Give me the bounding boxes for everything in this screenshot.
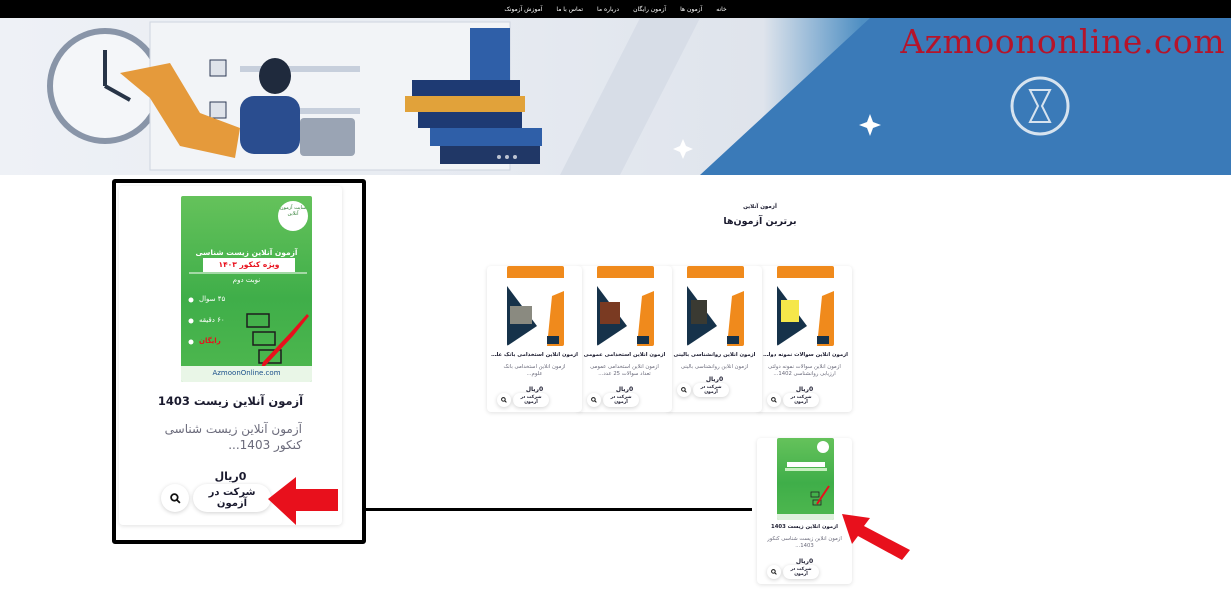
hero-banner: Azmoononline.com — [0, 18, 1231, 175]
section-subtitle: آزمون آنلاین — [743, 204, 777, 210]
exam-price: 0ریال — [795, 386, 814, 393]
brand-logo-text: Azmoononline.com — [900, 22, 1225, 61]
search-icon — [681, 387, 687, 393]
search-button[interactable] — [767, 393, 781, 407]
search-button[interactable] — [497, 393, 511, 407]
exam-price: 0ریال — [795, 558, 814, 565]
exam-card[interactable]: آزمون آنلاین سوالات نمونه دولتی ارزیابی … — [757, 266, 852, 412]
join-exam-button[interactable]: شرکت در آزمون — [783, 393, 819, 407]
cover-headline: آزمون آنلاین زیست شناسی — [195, 248, 298, 257]
cover-badge: سایت آزمون آنلاین — [279, 205, 307, 217]
search-icon — [169, 492, 181, 504]
join-exam-button[interactable]: شرکت در آزمون — [783, 565, 819, 579]
search-icon — [591, 397, 597, 403]
join-exam-button[interactable]: شرکت در آزمون — [193, 484, 271, 512]
exam-description: آزمون آنلاین استخدامی عمومی تعداد سوالات… — [590, 364, 659, 378]
section-title: برترین آزمون‌ها — [723, 216, 797, 227]
exam-description: آزمون آنلاین سوالات نمونه دولتی ارزیابی … — [768, 364, 841, 378]
exam-title[interactable]: آزمون آنلاین روانشناسی بالینی — [671, 352, 758, 358]
exam-price: 0ریال — [705, 376, 724, 383]
cover-bullet: رایگان — [199, 337, 221, 345]
nav-item-exams[interactable]: آزمون ها — [680, 6, 702, 13]
exam-title[interactable]: آزمون آنلاین سوالات نمونه دولتی ارزیابی … — [761, 352, 848, 358]
exam-card-featured[interactable]: آزمون آنلاین زیست 1403 آزمون آنلاین زیست… — [757, 438, 852, 584]
search-icon — [501, 397, 507, 403]
arrow-annotation — [842, 514, 910, 560]
cover-round: نوبت دوم — [232, 276, 261, 284]
exam-title[interactable]: آزمون آنلاین استخدامی بانک علوم — [491, 352, 578, 358]
exam-description: آزمون آنلاین استخدامی بانک علوم... — [503, 364, 566, 378]
cover-bullet: ۶۰ دقیقه — [199, 316, 225, 324]
search-icon — [771, 397, 777, 403]
exam-description: آزمون آنلاین زیست شناسی کنکور 1403... — [767, 536, 842, 550]
search-button[interactable] — [677, 383, 691, 397]
arrow-annotation — [268, 477, 338, 525]
nav-item-home[interactable]: خانه — [716, 6, 726, 13]
cover-footer: AzmoonOnline.com — [212, 369, 281, 377]
exam-card[interactable]: آزمون آنلاین استخدامی عمومی آزمون آنلاین… — [577, 266, 672, 412]
search-button[interactable] — [161, 484, 189, 512]
connector-line — [366, 508, 752, 511]
search-icon — [771, 569, 777, 575]
exam-card[interactable]: آزمون آنلاین روانشناسی بالینی آزمون آنلا… — [667, 266, 762, 412]
nav-item-free-exams[interactable]: آزمون رایگان — [633, 6, 666, 13]
exam-cover-image[interactable] — [687, 266, 744, 346]
exam-title[interactable]: آزمون آنلاین زیست 1403 — [761, 524, 848, 530]
exam-cover-image[interactable] — [777, 438, 834, 520]
exam-card[interactable]: آزمون آنلاین استخدامی بانک علوم آزمون آن… — [487, 266, 582, 412]
exam-cover-image[interactable] — [777, 266, 834, 346]
exam-cover-image[interactable]: سایت آزمون آنلاین آزمون آنلاین زیست شناس… — [181, 196, 312, 382]
exam-title[interactable]: آزمون آنلاین زیست 1403 — [129, 394, 332, 408]
carousel-dots[interactable] — [497, 155, 517, 159]
exam-title[interactable]: آزمون آنلاین استخدامی عمومی — [581, 352, 668, 358]
exam-cover-image[interactable] — [597, 266, 654, 346]
join-exam-button[interactable]: شرکت در آزمون — [603, 393, 639, 407]
exam-price: 0ریال — [615, 386, 634, 393]
search-button[interactable] — [767, 565, 781, 579]
nav-item-about[interactable]: درباره ما — [597, 6, 619, 13]
join-exam-button[interactable]: شرکت در آزمون — [513, 393, 549, 407]
search-button[interactable] — [587, 393, 601, 407]
nav-item-contact[interactable]: تماس با ما — [556, 6, 583, 13]
exam-cover-image[interactable] — [507, 266, 564, 346]
cover-bullet: ۴۵ سوال — [199, 295, 226, 303]
top-navigation: خانه آزمون ها آزمون رایگان درباره ما تما… — [0, 0, 1231, 18]
exam-description: آزمون آنلاین زیست شناسی کنکور 1403... — [164, 422, 302, 453]
join-exam-button[interactable]: شرکت در آزمون — [693, 383, 729, 397]
exam-price: 0ریال — [525, 386, 544, 393]
cover-ribbon: ویژه کنکور ۱۴۰۳ — [218, 260, 280, 269]
nav-item-tutorial[interactable]: آموزش آزمونک — [504, 6, 542, 13]
